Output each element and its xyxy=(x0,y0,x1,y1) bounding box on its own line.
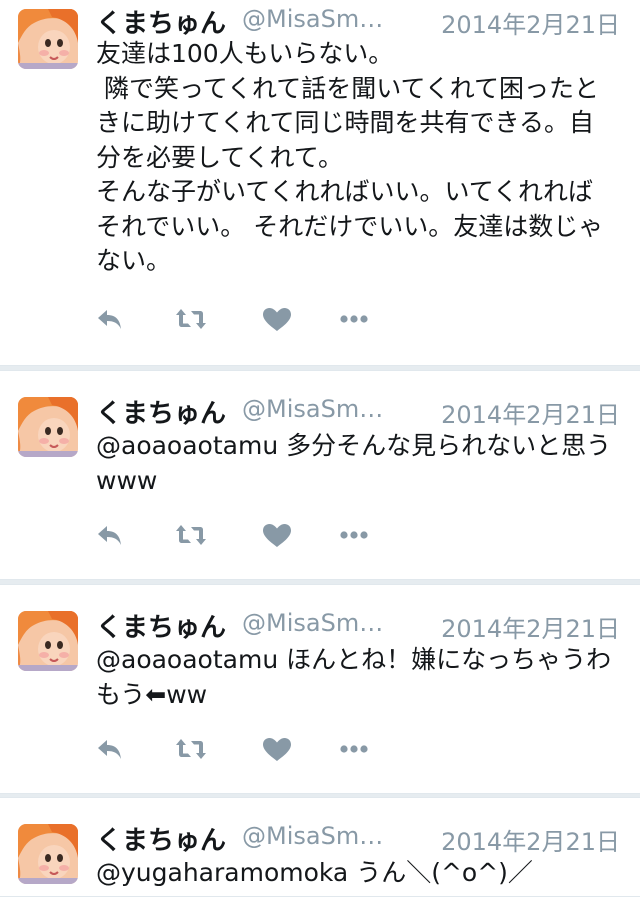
tweet-text: @aoaoaotamu ほんとね！嫌になっちゃうわもう⬅ww xyxy=(96,645,612,709)
avatar[interactable] xyxy=(18,9,78,69)
reply-icon[interactable] xyxy=(96,735,130,765)
user-name[interactable]: くまちゅん xyxy=(96,393,226,430)
reply-icon[interactable] xyxy=(96,521,130,551)
tweet-date[interactable]: 2014年2月21日 xyxy=(441,609,620,644)
user-name[interactable]: くまちゅん xyxy=(96,607,226,644)
tweet-card[interactable]: くまちゅん @MisaSm… 2014年2月21日 友達は100人もいらない。 … xyxy=(0,0,640,366)
tweet-card[interactable]: くまちゅん @MisaSm… 2014年2月21日 @aoaoaotamu 多分… xyxy=(0,370,640,580)
like-icon[interactable] xyxy=(260,521,294,551)
avatar[interactable] xyxy=(18,397,78,457)
tweet-date[interactable]: 2014年2月21日 xyxy=(441,395,620,430)
like-icon[interactable] xyxy=(260,305,294,335)
reply-icon[interactable] xyxy=(96,305,130,335)
user-handle[interactable]: @MisaSm… xyxy=(242,822,402,850)
tweet-header: くまちゅん @MisaSm… 2014年2月21日 xyxy=(96,393,620,433)
retweet-icon[interactable] xyxy=(174,521,208,551)
like-icon[interactable] xyxy=(260,735,294,765)
more-icon[interactable] xyxy=(338,521,372,551)
tweet-actions xyxy=(96,735,396,765)
tweet-actions xyxy=(96,305,396,335)
tweet-text: 友達は100人もいらない。 隣で笑ってくれて話を聞いてくれて困ったときに助けてく… xyxy=(96,39,604,275)
avatar[interactable] xyxy=(18,611,78,671)
tweet-date[interactable]: 2014年2月21日 xyxy=(441,5,620,40)
tweet-text: @yugaharamomoka うん＼(^o^)／ xyxy=(96,858,533,887)
more-icon[interactable] xyxy=(338,305,372,335)
tweet-date[interactable]: 2014年2月21日 xyxy=(441,822,620,857)
tweet-header: くまちゅん @MisaSm… 2014年2月21日 xyxy=(96,820,620,860)
user-handle[interactable]: @MisaSm… xyxy=(242,395,402,423)
tweet-header: くまちゅん @MisaSm… 2014年2月21日 xyxy=(96,607,620,647)
tweet-card[interactable]: くまちゅん @MisaSm… 2014年2月21日 @aoaoaotamu ほん… xyxy=(0,584,640,794)
tweet-text: @aoaoaotamu 多分そんな見られないと思うwww xyxy=(96,431,612,495)
tweet-card[interactable]: くまちゅん @MisaSm… 2014年2月21日 @yugaharamomok… xyxy=(0,797,640,897)
more-icon[interactable] xyxy=(338,735,372,765)
tweet-actions xyxy=(96,521,396,551)
user-handle[interactable]: @MisaSm… xyxy=(242,5,402,33)
avatar[interactable] xyxy=(18,824,78,884)
user-name[interactable]: くまちゅん xyxy=(96,820,226,857)
retweet-icon[interactable] xyxy=(174,735,208,765)
retweet-icon[interactable] xyxy=(174,305,208,335)
user-name[interactable]: くまちゅん xyxy=(96,3,226,40)
user-handle[interactable]: @MisaSm… xyxy=(242,609,402,637)
